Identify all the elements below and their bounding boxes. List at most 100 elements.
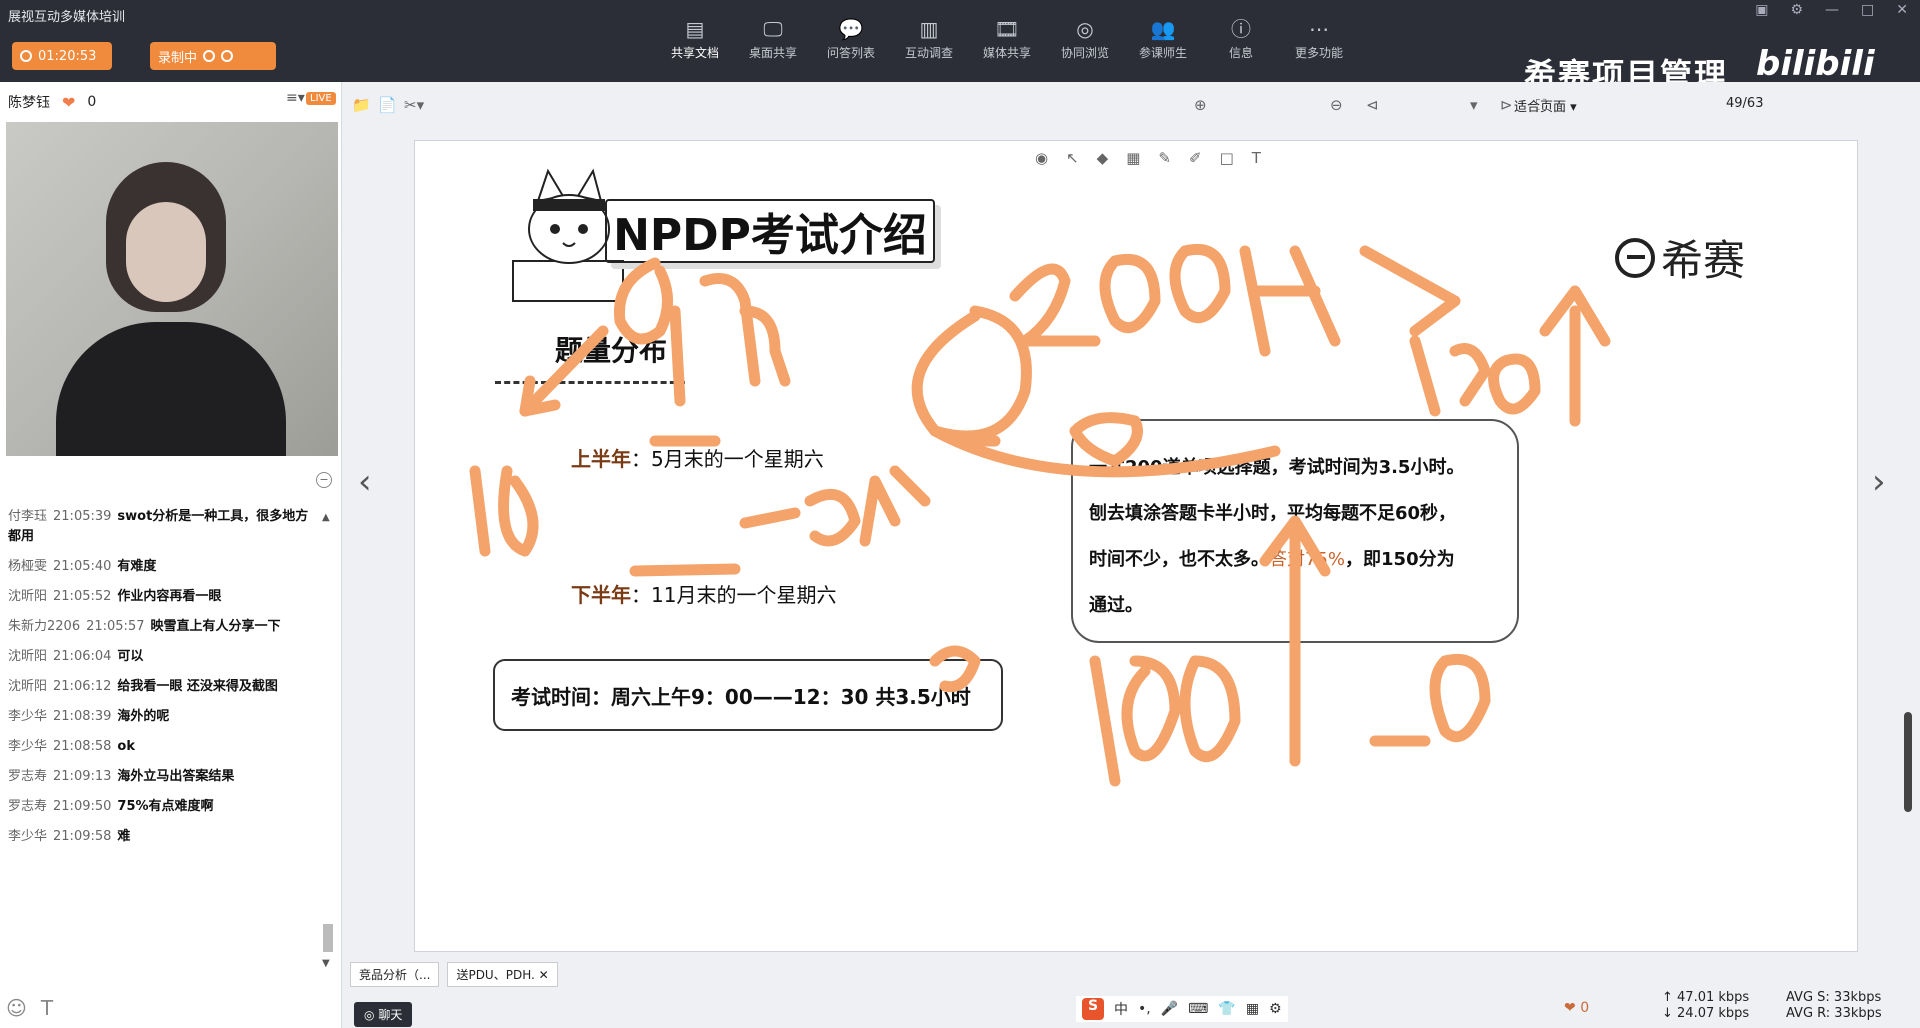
- maximize-icon[interactable]: □: [1861, 2, 1874, 18]
- text-format-icon[interactable]: T: [41, 996, 53, 1020]
- microphone-icon[interactable]: 🎤: [1161, 1001, 1178, 1017]
- chat-sender[interactable]: 付李珏: [8, 509, 47, 524]
- ime-chinese-icon[interactable]: 中: [1114, 999, 1128, 1019]
- highlighter-icon[interactable]: ✐: [1189, 149, 1202, 167]
- ime-toolbar: S 中 •, 🎤 ⌨ 👕 ▦ ⚙: [1076, 996, 1288, 1022]
- stamp-icon[interactable]: ▦: [1126, 149, 1140, 167]
- prev-page-icon[interactable]: ⊲: [1366, 96, 1379, 114]
- emoji-icon[interactable]: ☺: [6, 996, 27, 1020]
- chat-time: 21:05:39: [53, 509, 112, 524]
- document-tabs: 竞品分析（... 送PDU、PDH. ✕: [350, 962, 558, 987]
- chat-sender[interactable]: 沈昕阳: [8, 589, 47, 604]
- shirt-icon[interactable]: 👕: [1218, 1001, 1235, 1017]
- toolbar-label: 共享文档: [670, 46, 719, 60]
- scroll-thumb[interactable]: [323, 924, 333, 952]
- add-page-icon[interactable]: ⊕: [1194, 96, 1207, 114]
- chat-message: 朱新力2206 21:05:57 映雪直上有人分享一下: [0, 617, 320, 637]
- toolbar-label: 信息: [1228, 46, 1253, 60]
- chat-sender[interactable]: 朱新力2206: [8, 619, 80, 634]
- info-icon: ⓘ: [1231, 17, 1251, 41]
- toolbar-label: 互动调查: [904, 46, 953, 60]
- flower-icon[interactable]: ❤: [62, 93, 75, 112]
- toolbar-survey-button[interactable]: ▥ 互动调查: [894, 14, 964, 61]
- chat-sender[interactable]: 罗志寿: [8, 799, 47, 814]
- chat-message: 杨桠雯 21:05:40 有难度: [0, 557, 320, 577]
- chat-sender[interactable]: 李少华: [8, 709, 47, 724]
- section-divider: [495, 381, 685, 384]
- tab-pdu-label: 送PDU、PDH.: [456, 968, 535, 982]
- toolbar-browse-button[interactable]: ◎ 协同浏览: [1050, 14, 1120, 61]
- toolbar-screen-share-button[interactable]: 🖵 桌面共享: [738, 14, 808, 61]
- next-page-icon[interactable]: ⊳: [1500, 96, 1513, 114]
- info-line-3a: 时间不少，也不太多。: [1089, 549, 1269, 570]
- next-slide-icon[interactable]: ›: [1872, 462, 1886, 502]
- chat-scrollbar[interactable]: ▲ ▼: [322, 512, 334, 972]
- toolbar-more-button[interactable]: ⋯ 更多功能: [1284, 14, 1354, 61]
- chat-text: 可以: [117, 649, 144, 664]
- folder-icon[interactable]: 📁: [352, 96, 371, 114]
- document-scrollbar[interactable]: [1904, 712, 1912, 812]
- chat-text: 75%有点难度啊: [117, 799, 214, 814]
- timer-button[interactable]: 01:20:53: [12, 42, 112, 70]
- sogou-ime-icon[interactable]: S: [1082, 998, 1104, 1020]
- first-half-label: 上半年: [571, 447, 631, 471]
- pen-icon[interactable]: ✎: [1158, 149, 1171, 167]
- menu-icon[interactable]: ≡▾: [286, 90, 305, 106]
- settings-icon[interactable]: ⚙: [1790, 2, 1803, 18]
- info-highlight: 答对75%: [1269, 549, 1346, 570]
- fullscreen-icon[interactable]: ⛶: [1536, 96, 1547, 114]
- page-indicator[interactable]: 49/63: [1726, 96, 1763, 111]
- previous-slide-icon[interactable]: ‹: [358, 462, 372, 502]
- gift-indicator[interactable]: ❤ 0: [1564, 1000, 1589, 1016]
- document-icon: ▤: [685, 17, 705, 41]
- average-stats: AVG S: 33kbps AVG R: 33kbps: [1786, 990, 1882, 1022]
- toolbar-label: 更多功能: [1294, 46, 1343, 60]
- chat-sender[interactable]: 李少华: [8, 739, 47, 754]
- tools-icon[interactable]: ⚙: [1269, 1001, 1282, 1017]
- toolbar-media-button[interactable]: 🎞 媒体共享: [972, 14, 1042, 61]
- pin-icon[interactable]: ▣: [1755, 2, 1768, 18]
- scroll-down-icon[interactable]: ▼: [322, 958, 330, 969]
- pointer-target-icon[interactable]: ◉: [1035, 149, 1048, 167]
- exam-time-box: 考试时间：周六上午9：00——12：30 共3.5小时: [493, 659, 1003, 731]
- toolbar-document-button[interactable]: ▤ 共享文档: [660, 14, 730, 61]
- tab-close-icon[interactable]: ✕: [539, 968, 549, 982]
- keyboard-icon[interactable]: ⌨: [1188, 1001, 1208, 1017]
- zoom-out-icon[interactable]: ⊖: [1330, 96, 1343, 114]
- chat-sender[interactable]: 杨桠雯: [8, 559, 47, 574]
- toolbar-users-button[interactable]: 👥 参课师生: [1128, 14, 1198, 61]
- toolbar-info-button[interactable]: ⓘ 信息: [1206, 14, 1276, 61]
- recording-button[interactable]: 录制中: [150, 42, 276, 70]
- chat-tab[interactable]: ◎ 聊天: [354, 1002, 413, 1027]
- scissors-icon[interactable]: ✂▾: [404, 96, 424, 114]
- chat-sender[interactable]: 罗志寿: [8, 769, 47, 784]
- top-bar: 展视互动多媒体培训 01:20:53 录制中 ▤ 共享文档 🖵 桌面共享 💬 问答列表 ▥ 互…: [0, 0, 1920, 94]
- chat-collapse-icon[interactable]: −: [316, 472, 332, 488]
- tab-pdu[interactable]: 送PDU、PDH. ✕: [447, 962, 558, 987]
- chat-sender[interactable]: 李少华: [8, 829, 47, 844]
- info-line-1: 一共200道单项选择题，考试时间为3.5小时。: [1089, 457, 1465, 478]
- toolbar-qa-button[interactable]: 💬 问答列表: [816, 14, 886, 61]
- tab-competitor-analysis[interactable]: 竞品分析（...: [350, 962, 440, 987]
- scroll-up-icon[interactable]: ▲: [322, 512, 330, 523]
- exam-time-text: 考试时间：周六上午9：00——12：30 共3.5小时: [511, 684, 971, 709]
- page-dropdown-icon[interactable]: ▾: [1470, 96, 1478, 114]
- close-icon[interactable]: ✕: [1896, 2, 1908, 18]
- grid-icon[interactable]: ▦: [1246, 1001, 1259, 1017]
- rectangle-icon[interactable]: □: [1220, 149, 1234, 167]
- file-icon[interactable]: 📄: [378, 96, 397, 114]
- chat-sender[interactable]: 沈昕阳: [8, 649, 47, 664]
- chat-message: 沈昕阳 21:06:04 可以: [0, 647, 320, 667]
- minimize-icon[interactable]: —: [1825, 2, 1839, 18]
- chat-message: 罗志寿 21:09:13 海外立马出答案结果: [0, 767, 320, 787]
- survey-icon: ▥: [919, 17, 939, 41]
- chat-text: 给我看一眼 还没来得及截图: [117, 679, 278, 694]
- eraser-icon[interactable]: ◆: [1097, 149, 1109, 167]
- avg-receive: AVG R: 33kbps: [1786, 1006, 1882, 1021]
- text-tool-icon[interactable]: T: [1252, 149, 1261, 167]
- cursor-icon[interactable]: ↖: [1066, 149, 1079, 167]
- chat-list: 付李珏 21:05:39 swot分析是一种工具，很多地方都用 杨桠雯 21:05:40…: [0, 507, 320, 857]
- ime-punct-icon[interactable]: •,: [1138, 1001, 1151, 1017]
- chat-message: 李少华 21:08:58 ok: [0, 737, 320, 757]
- chat-sender[interactable]: 沈昕阳: [8, 679, 47, 694]
